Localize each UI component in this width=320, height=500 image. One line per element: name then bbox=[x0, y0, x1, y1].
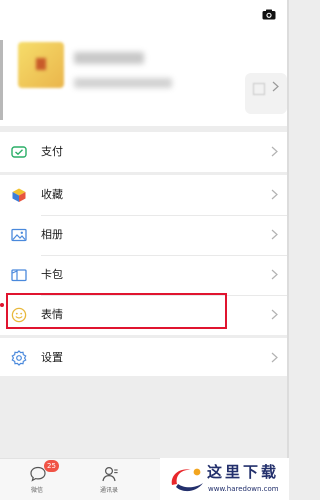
payment-icon bbox=[11, 146, 27, 158]
menu-item-card-wallet[interactable]: 卡包 bbox=[0, 255, 287, 295]
card-wallet-icon bbox=[11, 269, 27, 282]
watermark-logo-icon bbox=[171, 468, 203, 492]
favorites-icon bbox=[12, 188, 26, 202]
menu-item-label: 卡包 bbox=[41, 268, 63, 281]
avatar-mark bbox=[36, 58, 46, 70]
chevron-right-icon bbox=[271, 189, 278, 200]
profile-edge-strip bbox=[0, 40, 3, 120]
menu-item-settings[interactable]: 设置 bbox=[0, 338, 287, 378]
site-watermark: 这里下载 www.haredown.com bbox=[160, 458, 289, 500]
menu-item-label: 支付 bbox=[41, 145, 63, 158]
chevron-right-icon bbox=[271, 146, 278, 157]
menu-item-payment[interactable]: 支付 bbox=[0, 132, 287, 172]
profile-name bbox=[74, 52, 144, 64]
contacts-icon bbox=[102, 466, 118, 482]
menu-item-album[interactable]: 相册 bbox=[0, 215, 287, 255]
album-icon bbox=[11, 228, 27, 242]
highlight-annotation-box bbox=[6, 293, 227, 329]
menu-item-label: 相册 bbox=[41, 228, 63, 241]
watermark-url: www.haredown.com bbox=[208, 485, 279, 493]
tab-label: 微信 bbox=[30, 487, 43, 494]
highlight-marker-dot bbox=[0, 303, 4, 307]
menu-group-payment: 支付 bbox=[0, 132, 287, 172]
tab-label: 通讯录 bbox=[99, 487, 118, 494]
qr-code-icon bbox=[253, 83, 265, 95]
menu-group-settings: 设置 bbox=[0, 338, 287, 376]
menu-item-label: 收藏 bbox=[41, 188, 63, 201]
profile-header[interactable] bbox=[0, 0, 287, 126]
menu-item-label: 设置 bbox=[41, 351, 63, 364]
camera-icon[interactable] bbox=[262, 9, 276, 20]
chevron-right-icon bbox=[271, 309, 278, 320]
chevron-right-icon bbox=[271, 229, 278, 240]
unread-badge: 25 bbox=[44, 460, 59, 472]
qr-code-button[interactable] bbox=[245, 73, 287, 114]
menu-item-favorites[interactable]: 收藏 bbox=[0, 175, 287, 215]
tab-contacts[interactable]: 通讯录 bbox=[73, 459, 145, 500]
tab-chats[interactable]: 25 微信 bbox=[1, 459, 73, 500]
chevron-right-icon bbox=[272, 81, 279, 92]
settings-icon bbox=[11, 350, 27, 366]
watermark-title: 这里下载 bbox=[207, 463, 280, 481]
profile-wechat-id bbox=[74, 78, 172, 88]
chevron-right-icon bbox=[271, 269, 278, 280]
chevron-right-icon bbox=[271, 352, 278, 363]
